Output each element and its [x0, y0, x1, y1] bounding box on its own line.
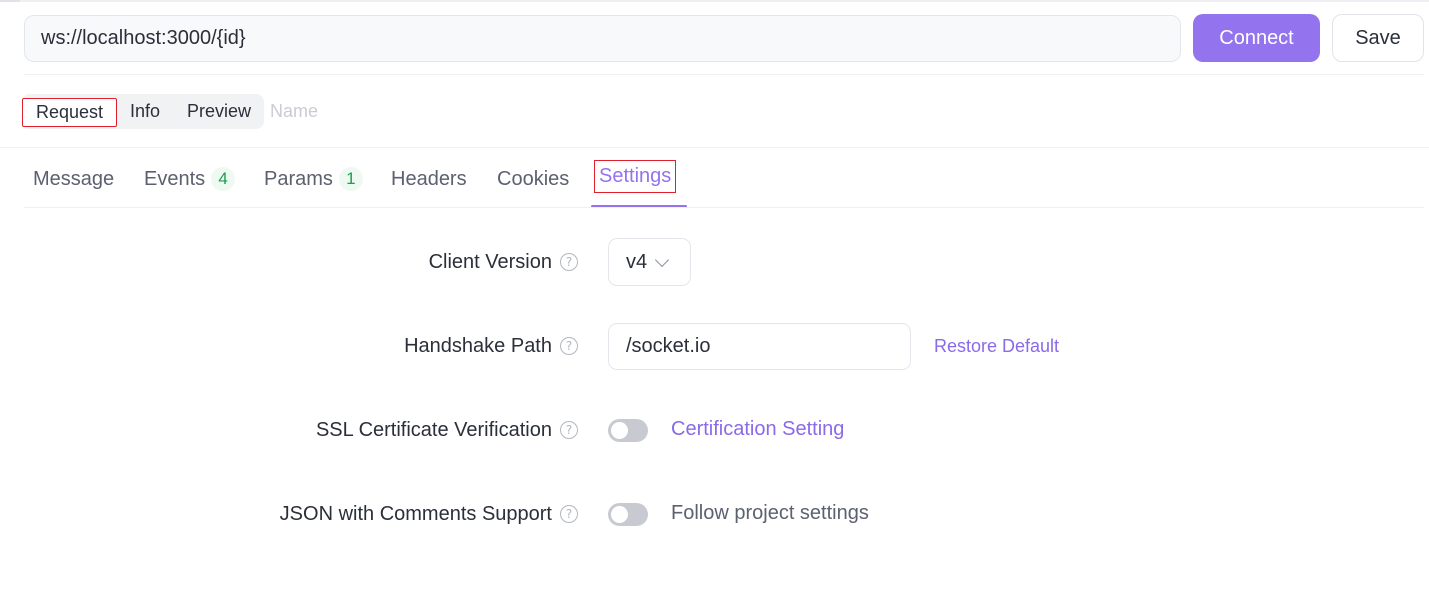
- mode-preview[interactable]: Preview: [174, 94, 264, 129]
- mode-switch: Request Info Preview: [22, 94, 264, 129]
- mode-info[interactable]: Info: [118, 94, 172, 129]
- client-version-label: Client Version: [428, 250, 552, 273]
- client-version-select[interactable]: v4: [608, 238, 691, 286]
- follow-project-settings-text: Follow project settings: [671, 502, 869, 524]
- toggle-knob: [611, 506, 628, 523]
- tab-label: Events: [144, 167, 206, 190]
- tab-label: Settings: [599, 165, 672, 187]
- json-comments-label: JSON with Comments Support: [279, 502, 552, 525]
- save-button[interactable]: Save: [1332, 14, 1424, 62]
- tab-settings[interactable]: Settings: [594, 160, 677, 193]
- json-comments-toggle[interactable]: [608, 503, 648, 526]
- url-input[interactable]: ws://localhost:3000/{id}: [24, 15, 1181, 62]
- handshake-path-label: Handshake Path: [404, 334, 552, 357]
- name-input[interactable]: Name: [270, 96, 570, 126]
- restore-default-link[interactable]: Restore Default: [934, 336, 1059, 357]
- help-circle-icon[interactable]: ?: [560, 337, 578, 355]
- ssl-verification-label: SSL Certificate Verification: [315, 418, 552, 441]
- help-circle-icon[interactable]: ?: [560, 421, 578, 439]
- handshake-path-input[interactable]: /socket.io: [608, 323, 911, 370]
- tab-label: Headers: [391, 167, 467, 190]
- tab-cookies[interactable]: Cookies: [497, 164, 569, 194]
- tab-headers[interactable]: Headers: [391, 164, 467, 194]
- events-count-badge: 4: [211, 167, 236, 191]
- divider: [24, 74, 1424, 75]
- top-divider: [0, 0, 1429, 2]
- chevron-down-icon: [654, 252, 670, 268]
- tab-label: Params: [264, 167, 333, 190]
- divider: [24, 207, 1424, 208]
- client-version-value: v4: [626, 250, 648, 273]
- tab-label: Cookies: [497, 167, 570, 190]
- help-circle-icon[interactable]: ?: [560, 253, 578, 271]
- connect-button[interactable]: Connect: [1193, 14, 1320, 62]
- tab-message[interactable]: Message: [33, 164, 114, 194]
- ssl-verification-toggle[interactable]: [608, 419, 648, 442]
- tab-params[interactable]: Params 1: [264, 164, 363, 194]
- certification-setting-link[interactable]: Certification Setting: [671, 418, 844, 441]
- toggle-knob: [611, 422, 628, 439]
- help-circle-icon[interactable]: ?: [560, 505, 578, 523]
- params-count-badge: 1: [338, 167, 363, 191]
- websocket-request-page: ws://localhost:3000/{id} Connect Save Re…: [0, 0, 1429, 598]
- tab-label: Message: [33, 167, 115, 190]
- tab-events[interactable]: Events 4: [144, 164, 236, 194]
- mode-request[interactable]: Request: [22, 98, 117, 127]
- divider: [0, 147, 1429, 148]
